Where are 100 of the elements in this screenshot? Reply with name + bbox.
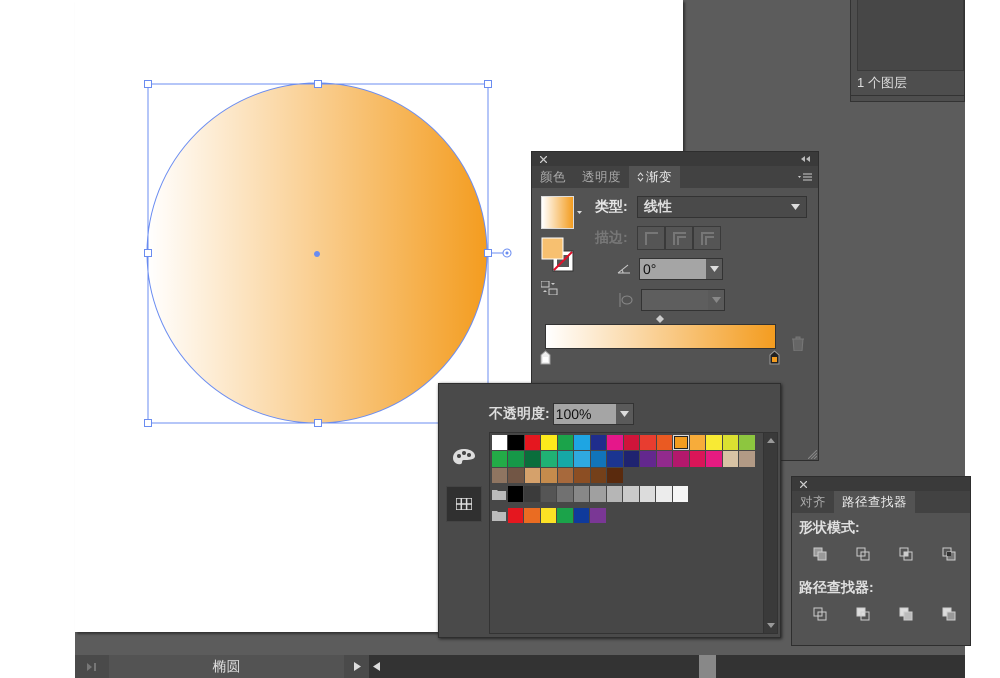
color-swatch[interactable] (640, 451, 656, 466)
color-swatch[interactable] (508, 486, 523, 502)
panel-tab[interactable]: 颜色 (532, 166, 574, 188)
shape-mode-icon[interactable] (856, 547, 870, 561)
right-arrow-icon[interactable] (354, 662, 361, 671)
color-swatch[interactable] (574, 468, 590, 483)
color-swatch[interactable] (524, 451, 540, 466)
scroll-up-icon[interactable] (766, 438, 774, 443)
color-swatch[interactable] (606, 486, 622, 502)
color-swatch[interactable] (590, 508, 606, 523)
resize-grip-icon[interactable] (808, 450, 817, 459)
color-swatch[interactable] (508, 451, 524, 466)
fill-stroke-icon[interactable] (541, 237, 575, 273)
gradient-swatch[interactable] (541, 196, 574, 229)
color-swatch[interactable] (558, 468, 573, 483)
color-swatch[interactable] (541, 451, 556, 466)
color-swatch[interactable] (541, 434, 556, 450)
panel-tab[interactable]: 透明度 (574, 166, 629, 188)
color-swatch[interactable] (672, 486, 688, 502)
rotation-handle[interactable] (492, 248, 512, 258)
color-swatch[interactable] (590, 486, 606, 502)
color-swatch[interactable] (656, 451, 672, 466)
caret-icon[interactable] (577, 211, 582, 214)
color-swatch[interactable] (541, 468, 556, 483)
pathfinder-icon[interactable] (942, 607, 956, 621)
scrollbar[interactable] (763, 433, 777, 633)
color-swatch[interactable] (624, 451, 639, 466)
close-icon[interactable] (540, 156, 547, 162)
type-dropdown[interactable]: 线性 (637, 196, 807, 218)
panel-tab[interactable]: 渐变 (629, 166, 680, 188)
scroll-down-icon[interactable] (766, 623, 774, 628)
left-arrow-icon[interactable] (373, 662, 380, 671)
trash-icon[interactable] (791, 336, 805, 351)
shape-mode-icon[interactable] (813, 547, 827, 561)
color-swatch[interactable] (574, 434, 590, 450)
color-swatch[interactable] (492, 451, 507, 466)
reverse-gradient-icon[interactable] (541, 281, 559, 295)
play-icon[interactable] (87, 662, 97, 670)
color-swatch[interactable] (690, 451, 705, 466)
color-swatch[interactable] (623, 486, 638, 502)
horizontal-scrollbar[interactable] (369, 655, 965, 678)
pathfinder-icon[interactable] (899, 607, 913, 621)
color-swatch[interactable] (722, 451, 738, 466)
color-swatch[interactable] (656, 434, 672, 450)
color-swatch[interactable] (673, 451, 688, 466)
color-swatch[interactable] (492, 468, 507, 483)
corner-icon (644, 231, 658, 245)
color-swatch[interactable] (508, 508, 523, 523)
pathfinder-icon[interactable] (813, 607, 827, 621)
shape-mode-icon[interactable] (942, 547, 956, 561)
color-swatch[interactable] (540, 486, 556, 502)
collapse-icon[interactable] (801, 156, 810, 162)
scroll-thumb[interactable] (699, 655, 716, 678)
panel-tab[interactable]: 对齐 (792, 491, 834, 513)
up-down-arrows-icon (637, 172, 644, 182)
color-swatch[interactable] (706, 434, 722, 450)
color-stop[interactable] (769, 350, 780, 365)
corner-icon (700, 231, 714, 245)
color-swatch[interactable] (524, 468, 540, 483)
color-swatch[interactable] (492, 434, 507, 450)
color-swatch[interactable] (540, 508, 556, 523)
pathfinder-icon[interactable] (856, 607, 870, 621)
color-swatch[interactable] (558, 451, 573, 466)
color-swatch[interactable] (557, 486, 572, 502)
color-swatch[interactable] (558, 434, 573, 450)
color-swatch[interactable] (607, 451, 622, 466)
color-swatch[interactable] (673, 434, 688, 450)
color-swatch[interactable] (590, 434, 606, 450)
color-swatch[interactable] (706, 451, 722, 466)
opacity-field[interactable]: 100% (552, 403, 634, 425)
color-swatch[interactable] (739, 434, 754, 450)
swatches-button[interactable] (446, 486, 482, 522)
color-swatch[interactable] (624, 434, 639, 450)
angle-field[interactable]: 0° (639, 258, 723, 280)
color-swatch[interactable] (690, 434, 705, 450)
color-swatch[interactable] (524, 508, 540, 523)
aspect-ratio-icon (617, 292, 633, 308)
color-swatch[interactable] (524, 434, 540, 450)
close-icon[interactable] (800, 480, 807, 488)
color-swatch[interactable] (574, 451, 590, 466)
panel-tab[interactable]: 路径查找器 (834, 491, 915, 513)
color-swatch[interactable] (607, 468, 622, 483)
color-swatch[interactable] (722, 434, 738, 450)
color-swatch[interactable] (524, 486, 540, 502)
color-swatch[interactable] (640, 434, 656, 450)
shape-mode-icon[interactable] (899, 547, 913, 561)
color-swatch[interactable] (508, 434, 524, 450)
color-swatch[interactable] (574, 486, 589, 502)
color-swatch[interactable] (574, 508, 589, 523)
color-swatch[interactable] (640, 486, 655, 502)
color-swatch[interactable] (656, 486, 672, 502)
panel-menu-icon[interactable] (798, 173, 812, 181)
color-swatch[interactable] (557, 508, 572, 523)
color-stop[interactable] (540, 350, 551, 365)
color-swatch[interactable] (590, 468, 606, 483)
color-swatch[interactable] (590, 451, 606, 466)
type-label: 类型: (595, 198, 629, 216)
color-swatch[interactable] (508, 468, 524, 483)
color-swatch[interactable] (739, 451, 754, 466)
color-swatch[interactable] (607, 434, 622, 450)
